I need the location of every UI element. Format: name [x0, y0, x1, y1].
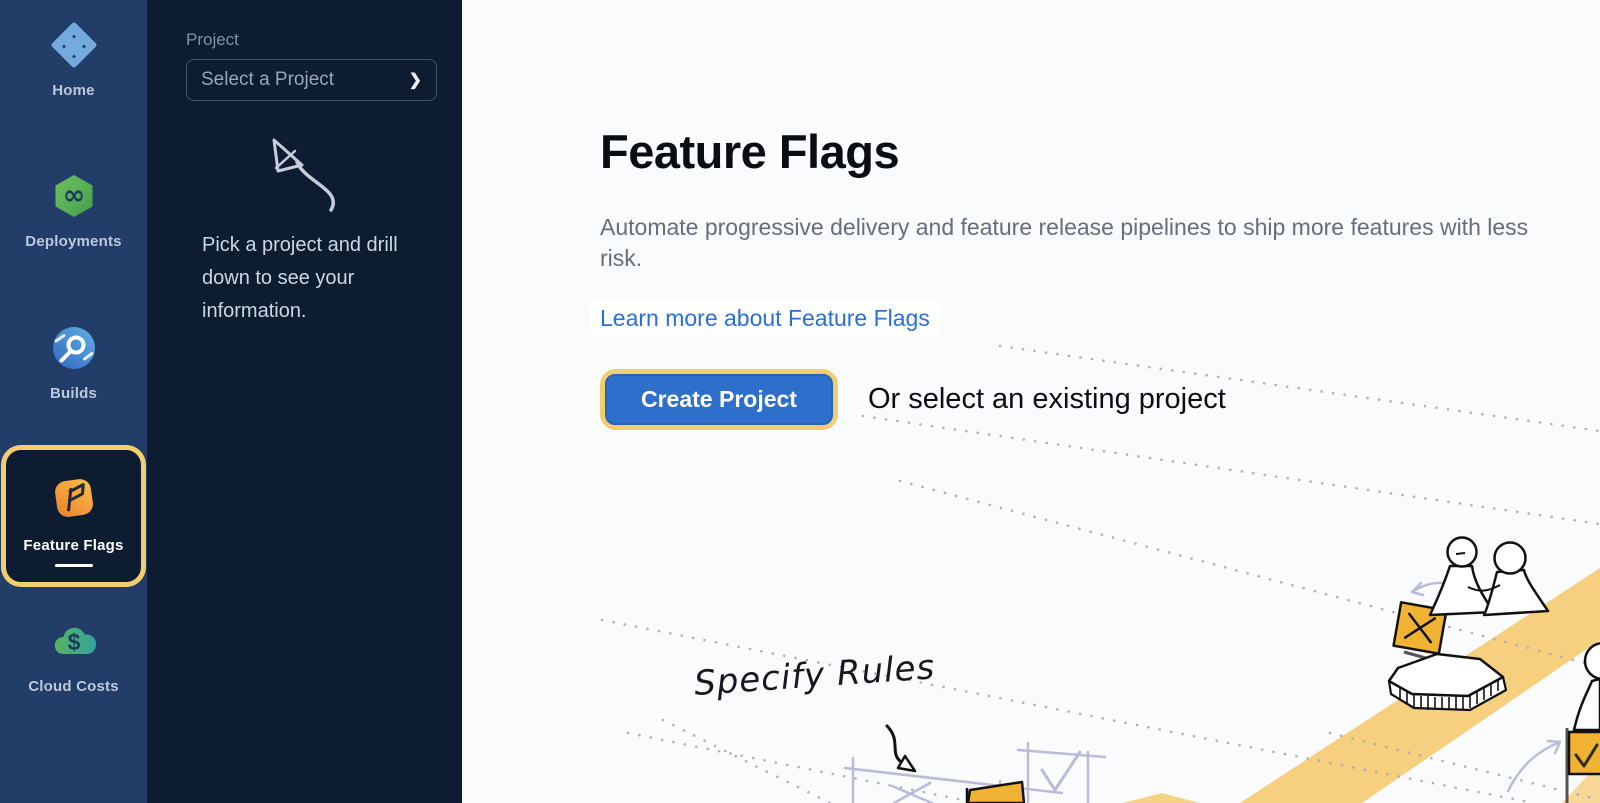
learn-more-link[interactable]: Learn more about Feature Flags	[590, 300, 940, 337]
sidebar-item-builds[interactable]: Builds	[0, 325, 147, 402]
svg-text:$: $	[67, 629, 80, 655]
sidebar-item-home[interactable]: Home	[0, 22, 147, 99]
or-select-existing-text: Or select an existing project	[868, 383, 1226, 416]
chevron-right-icon: ❯	[409, 70, 422, 90]
sidebar-item-label: Cloud Costs	[28, 678, 119, 695]
project-actions-row: Create Project Or select an existing pro…	[600, 369, 1600, 430]
module-description: Automate progressive delivery and featur…	[600, 212, 1535, 274]
sidebar-item-label: Deployments	[25, 233, 121, 250]
sketch-arrow-up-icon	[245, 118, 355, 241]
main-content: Feature Flags Automate progressive deliv…	[462, 0, 1600, 430]
feature-flags-overview: Specify Rules	[462, 0, 1600, 803]
create-project-highlight-ring: Create Project	[600, 369, 838, 430]
sidebar-item-label: Builds	[50, 385, 97, 402]
page-title: Feature Flags	[600, 126, 1600, 178]
small-flag-doodle	[967, 782, 1024, 803]
module-sidebar: Home ∞ Deployments Builds	[0, 0, 147, 803]
pick-project-hint: Pick a project and drill down to see you…	[202, 229, 420, 328]
project-panel-label: Project	[186, 30, 462, 50]
svg-text:∞: ∞	[62, 180, 85, 211]
create-project-button[interactable]: Create Project	[605, 374, 833, 425]
sidebar-item-label: Home	[52, 82, 94, 99]
select-project-value: Select a Project	[201, 69, 409, 91]
home-modules-icon	[51, 22, 97, 73]
sidebar-item-deployments[interactable]: ∞ Deployments	[0, 173, 147, 250]
sidebar-item-label: Feature Flags	[23, 537, 123, 554]
sidebar-item-cloud-costs[interactable]: $ Cloud Costs	[0, 618, 147, 695]
sidebar-item-feature-flags[interactable]: Feature Flags	[1, 445, 146, 587]
ink-arrow-doodle	[887, 726, 915, 771]
specify-rules-caption: Specify Rules	[693, 647, 937, 704]
active-module-underline	[55, 564, 93, 567]
deployments-icon: ∞	[51, 173, 97, 224]
team-figures-doodle	[1430, 538, 1548, 616]
feature-flags-icon	[49, 473, 99, 528]
select-project-dropdown[interactable]: Select a Project ❯	[186, 59, 437, 101]
builds-icon	[51, 325, 97, 376]
project-panel: Project Select a Project ❯ Pick a projec…	[147, 0, 462, 803]
cloud-costs-icon: $	[51, 618, 97, 669]
